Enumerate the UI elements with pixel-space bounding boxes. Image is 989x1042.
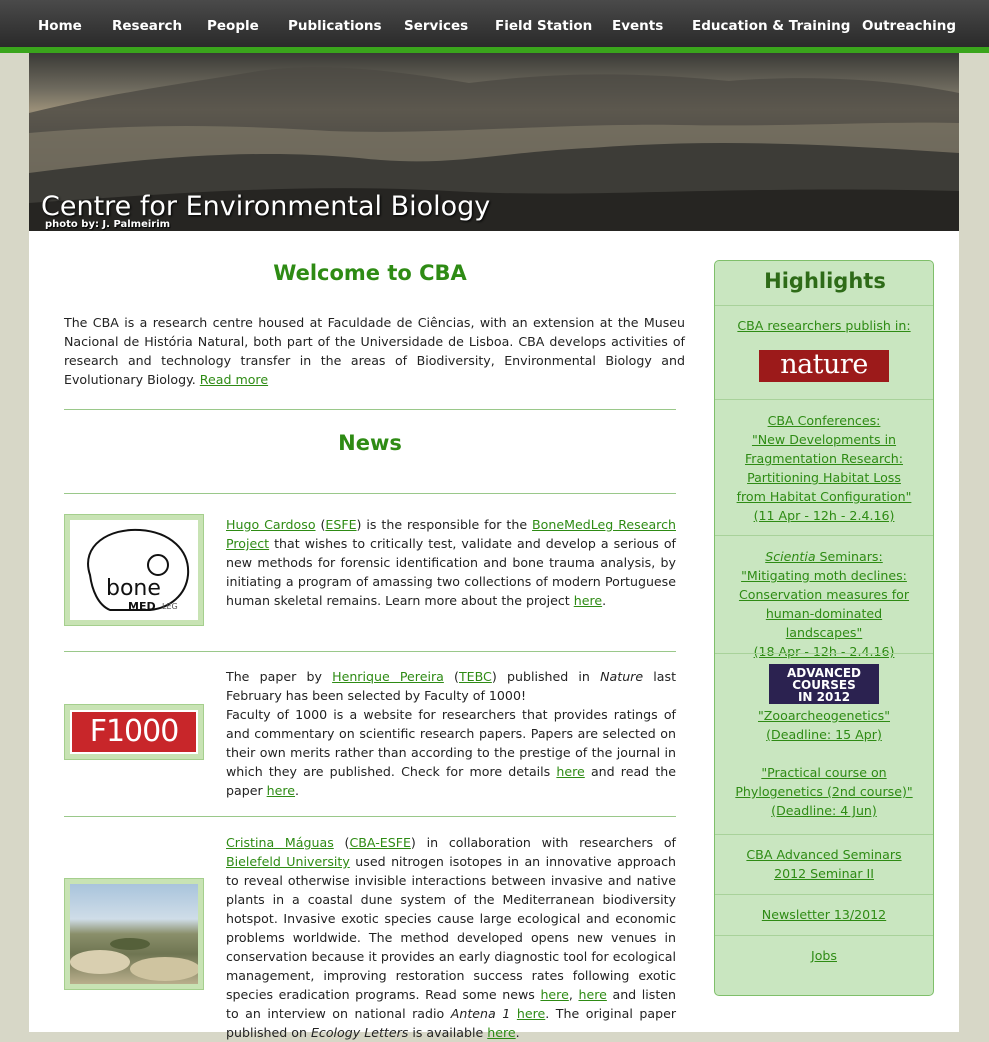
here-link[interactable]: here [267, 783, 295, 798]
journal-name: Ecology Letters [310, 1025, 409, 1040]
divider [715, 535, 933, 536]
course-zooarcheogenetics-link[interactable]: "Zooarcheogenetics" [758, 708, 890, 723]
dune-photo [70, 884, 198, 984]
news-text: . [515, 1025, 520, 1040]
read-more-link[interactable]: Read more [200, 372, 268, 387]
welcome-heading: Welcome to CBA [273, 261, 467, 285]
conference-block: CBA Conferences: "New Developments in Fr… [715, 411, 933, 525]
advanced-seminars-link[interactable]: CBA Advanced Seminars 2012 Seminar II [746, 847, 901, 881]
divider [64, 816, 676, 817]
divider [715, 935, 933, 936]
nav-research[interactable]: Research [112, 0, 182, 47]
publish-block: CBA researchers publish in: nature [715, 316, 933, 382]
seminar-block: Scientia Seminars: "Mitigating moth decl… [715, 547, 933, 661]
publish-link[interactable]: CBA researchers publish in: [737, 318, 910, 333]
news-heading: News [338, 431, 402, 455]
group-link[interactable]: ESFE [325, 517, 356, 532]
person-link[interactable]: Cristina Máguas [226, 835, 334, 850]
course-deadline-link[interactable]: (Deadline: 15 Apr) [766, 727, 882, 742]
nav-education-training[interactable]: Education & Training [692, 0, 850, 47]
advanced-courses-logo-line: IN 2012 [797, 690, 851, 704]
news-text: is available [408, 1025, 488, 1040]
seminar-label-link[interactable]: Scientia Seminars: [765, 549, 883, 564]
advanced-courses-logo[interactable]: ADVANCED COURSES IN 2012 [769, 664, 879, 704]
here-link[interactable]: here [540, 987, 568, 1002]
seminar-label: Seminars: [815, 549, 883, 564]
nav-services[interactable]: Services [404, 0, 468, 47]
news-text: . [602, 593, 607, 608]
here-link[interactable]: here [556, 764, 584, 779]
bonemedleg-logo: bone MED LEG [70, 520, 198, 620]
group-link[interactable]: TEBC [459, 669, 492, 684]
divider [64, 651, 676, 652]
group-link[interactable]: CBA-ESFE [349, 835, 410, 850]
header-banner: Centre for Environmental Biology photo b… [29, 53, 959, 231]
person-link[interactable]: Hugo Cardoso [226, 517, 316, 532]
logo-text-leg: LEG [162, 602, 178, 611]
jobs-block: Jobs [715, 946, 933, 965]
dune-photo-frame [64, 878, 204, 990]
news-text: The paper by [226, 669, 333, 684]
here-link[interactable]: here [574, 593, 602, 608]
divider [715, 399, 933, 400]
welcome-paragraph: The CBA is a research centre housed at F… [64, 315, 685, 387]
course-deadline-link[interactable]: (Deadline: 4 Jun) [771, 803, 877, 818]
news-text: published in [496, 669, 601, 684]
jobs-link[interactable]: Jobs [811, 948, 837, 963]
person-link[interactable]: Henrique Pereira [332, 669, 444, 684]
f1000-logo: F1000 [70, 710, 198, 754]
top-nav: Home Research People Publications Servic… [0, 0, 989, 53]
bonemedleg-logo-frame: bone MED LEG [64, 514, 204, 626]
photo-credit: photo by: J. Palmeirim [45, 219, 171, 230]
nav-outreaching[interactable]: Outreaching [862, 0, 956, 47]
nav-events[interactable]: Events [612, 0, 663, 47]
banner-title: Centre for Environmental Biology [41, 191, 491, 222]
news-item-1: Hugo Cardoso (ESFE) is the responsible f… [226, 517, 676, 608]
divider [715, 653, 933, 654]
courses-block: ADVANCED COURSES IN 2012 "Zooarcheogenet… [715, 664, 933, 820]
conference-date-link[interactable]: (11 Apr - 12h - 2.4.16) [754, 508, 895, 523]
here-link[interactable]: here [487, 1025, 515, 1040]
newsletter-block: Newsletter 13/2012 [715, 905, 933, 924]
news-text: in collaboration with researchers of [415, 835, 676, 850]
newsletter-link[interactable]: Newsletter 13/2012 [762, 907, 886, 922]
divider [64, 493, 676, 494]
university-link[interactable]: Bielefeld University [226, 854, 350, 869]
nav-home[interactable]: Home [38, 0, 82, 47]
welcome-text: The CBA is a research centre housed at F… [64, 313, 685, 389]
news-text: . [295, 783, 300, 798]
divider [715, 834, 933, 835]
here-link[interactable]: here [517, 1006, 545, 1021]
news-text: that wishes to critically test, validate… [226, 536, 676, 608]
nav-people[interactable]: People [207, 0, 259, 47]
advanced-seminars-block: CBA Advanced Seminars 2012 Seminar II [715, 845, 933, 883]
page-content: Welcome to CBA The CBA is a research cen… [29, 231, 959, 1040]
news-item-3: Cristina Máguas (CBA-ESFE) in collaborat… [226, 835, 677, 1040]
journal-name: Nature [600, 669, 644, 684]
news-text: used nitrogen isotopes in an innovative … [226, 854, 677, 1002]
logo-text-bone: bone [106, 576, 161, 601]
course-phylogenetics-link[interactable]: "Practical course on Phylogenetics (2nd … [735, 765, 912, 799]
seminar-title-link[interactable]: "Mitigating moth declines: Conservation … [739, 568, 909, 640]
seminar-series-name: Scientia [765, 549, 816, 564]
logo-text-med: MED [128, 600, 156, 613]
news-text: is the responsible for the [361, 517, 533, 532]
conference-label-link[interactable]: CBA Conferences: [768, 413, 881, 428]
here-link[interactable]: here [578, 987, 606, 1002]
divider [715, 894, 933, 895]
nav-field-station[interactable]: Field Station [495, 0, 592, 47]
highlights-heading: Highlights [764, 269, 886, 293]
news-item-2: The paper by Henrique Pereira (TEBC) pub… [226, 669, 677, 798]
highlights-sidebar: Highlights CBA researchers publish in: n… [714, 260, 934, 996]
divider [715, 305, 933, 306]
radio-name: Antena 1 [450, 1006, 511, 1021]
seminar-date-link[interactable]: (18 Apr - 12h - 2.4.16) [754, 644, 895, 659]
nav-publications[interactable]: Publications [288, 0, 382, 47]
f1000-logo-frame: F1000 [64, 704, 204, 760]
nature-logo[interactable]: nature [759, 350, 889, 382]
divider [64, 409, 676, 410]
conference-title-link[interactable]: "New Developments in Fragmentation Resea… [737, 432, 912, 504]
